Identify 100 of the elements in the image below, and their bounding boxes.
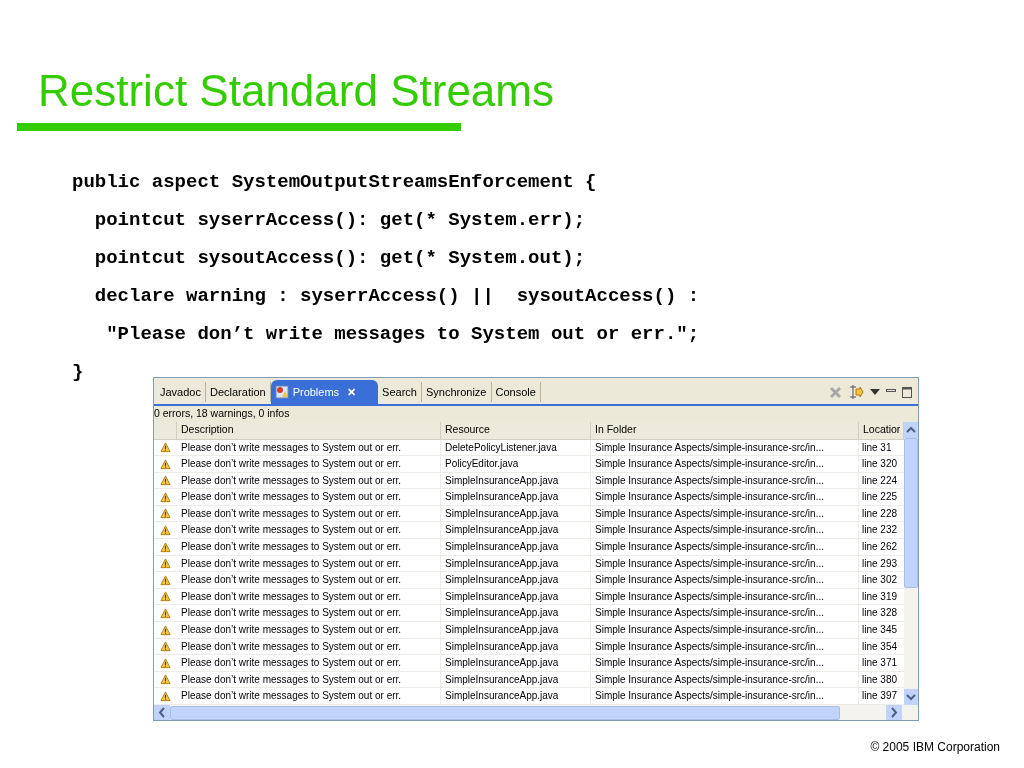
warning-icon <box>160 607 171 619</box>
tab-label: Problems <box>292 384 340 400</box>
folder-cell: Simple Insurance Aspects/simple-insurance-src/in... <box>595 474 824 486</box>
description-cell: Please don’t write messages to System out or err. <box>181 673 402 685</box>
warning-icon <box>160 524 171 536</box>
resource-cell: SimpleInsuranceApp.java <box>445 491 559 503</box>
location-cell: line 224 <box>862 474 898 486</box>
folder-cell: Simple Insurance Aspects/simple-insurance-src/in... <box>595 624 824 636</box>
scroll-left-icon[interactable] <box>154 705 170 720</box>
vertical-scrollbar[interactable] <box>904 422 918 705</box>
maximize-icon[interactable] <box>902 386 912 398</box>
location-cell: line 228 <box>862 507 898 519</box>
location-cell: line 225 <box>862 491 898 503</box>
tab-label: Synchronize <box>425 384 487 400</box>
location-cell: line 320 <box>862 458 898 470</box>
resource-cell: SimpleInsuranceApp.java <box>445 507 559 519</box>
folder-cell: Simple Insurance Aspects/simple-insurance-src/in... <box>595 458 824 470</box>
scroll-thumb[interactable] <box>904 438 918 588</box>
resource-cell: PolicyEditor.java <box>445 458 519 470</box>
resource-cell: SimpleInsuranceApp.java <box>445 607 559 619</box>
view-menu-icon[interactable] <box>870 389 880 395</box>
tab-label: Declaration <box>210 384 266 400</box>
description-cell: Please don’t write messages to System out or err. <box>181 607 402 619</box>
slide-title: Restrict Standard Streams <box>38 66 554 116</box>
resource-cell: SimpleInsuranceApp.java <box>445 590 559 602</box>
view-tab[interactable]: Search <box>378 382 422 402</box>
code-line: "Please don’t write messages to System out or err."; <box>105 322 700 347</box>
resource-cell: SimpleInsuranceApp.java <box>445 541 559 553</box>
folder-cell: Simple Insurance Aspects/simple-insurance-src/in... <box>595 590 824 602</box>
description-cell: Please don’t write messages to System out or err. <box>181 557 402 569</box>
warning-icon <box>160 574 171 586</box>
view-tab[interactable]: Javadoc <box>156 382 206 402</box>
description-cell: Please don’t write messages to System out or err. <box>181 541 402 553</box>
resource-cell: SimpleInsuranceApp.java <box>445 557 559 569</box>
resource-cell: SimpleInsuranceApp.java <box>445 690 559 702</box>
copyright-footer: © 2005 IBM Corporation <box>870 740 1000 754</box>
warning-icon <box>160 508 171 520</box>
tab-label: Search <box>382 384 417 400</box>
view-tab[interactable]: Console <box>491 382 541 402</box>
warning-icon <box>160 442 171 453</box>
scroll-right-icon[interactable] <box>886 705 902 720</box>
warning-icon <box>160 491 171 503</box>
folder-cell: Simple Insurance Aspects/simple-insurance-src/in... <box>595 657 824 669</box>
location-cell: line 232 <box>862 524 898 536</box>
location-cell: line 302 <box>862 574 898 586</box>
description-cell: Please don’t write messages to System out or err. <box>181 458 402 470</box>
description-cell: Please don’t write messages to System out or err. <box>181 441 402 453</box>
resource-cell: SimpleInsuranceApp.java <box>445 657 559 669</box>
folder-cell: Simple Insurance Aspects/simple-insurance-src/in... <box>595 673 824 685</box>
warning-icon <box>160 558 171 570</box>
resource-cell: SimpleInsuranceApp.java <box>445 673 559 685</box>
problems-icon <box>274 385 289 399</box>
view-tab[interactable]: Declaration <box>206 382 271 402</box>
description-cell: Please don’t write messages to System out or err. <box>181 524 402 536</box>
folder-cell: Simple Insurance Aspects/simple-insurance-src/in... <box>595 507 824 519</box>
folder-cell: Simple Insurance Aspects/simple-insurance-src/in... <box>595 690 824 702</box>
location-cell: line 397 <box>862 690 898 702</box>
warning-icon <box>160 458 171 470</box>
location-cell: line 262 <box>862 541 898 553</box>
description-cell: Please don’t write messages to System out or err. <box>181 657 402 669</box>
description-cell: Please don’t write messages to System out or err. <box>181 590 402 602</box>
view-tab[interactable]: Synchronize <box>421 382 492 402</box>
folder-cell: Simple Insurance Aspects/simple-insurance-src/in... <box>595 524 824 536</box>
folder-cell: Simple Insurance Aspects/simple-insurance-src/in... <box>595 541 824 553</box>
location-cell: line 293 <box>862 557 898 569</box>
folder-cell: Simple Insurance Aspects/simple-insurance-src/in... <box>595 574 824 586</box>
location-cell: line 328 <box>862 607 898 619</box>
location-cell: line 371 <box>862 657 898 669</box>
code-line: declare warning : syserrAccess() || sysoutAccess() : <box>93 284 700 309</box>
description-cell: Please don’t write messages to System out or err. <box>181 474 402 486</box>
folder-cell: Simple Insurance Aspects/simple-insurance-src/in... <box>595 557 824 569</box>
description-cell: Please don’t write messages to System out or err. <box>181 574 402 586</box>
filter-icon[interactable] <box>848 384 864 400</box>
location-cell: line 354 <box>862 640 898 652</box>
warning-icon <box>160 541 171 553</box>
problems-summary: 0 errors, 18 warnings, 0 infos <box>154 406 290 422</box>
view-tab[interactable]: Problems ✕ <box>270 380 379 404</box>
resource-cell: SimpleInsuranceApp.java <box>445 474 559 486</box>
warning-icon <box>160 641 171 653</box>
column-header[interactable]: Description <box>177 422 441 439</box>
location-cell: line 319 <box>862 590 898 602</box>
resource-cell: SimpleInsuranceApp.java <box>445 624 559 636</box>
location-cell: line 380 <box>862 673 898 685</box>
tab-label: Console <box>495 384 536 400</box>
code-line: pointcut sysoutAccess(): get(* System.out); <box>93 246 586 271</box>
scroll-up-icon[interactable] <box>904 422 918 438</box>
column-header[interactable]: In Folder <box>591 422 859 439</box>
location-cell: line 345 <box>862 624 898 636</box>
tab-label: Javadoc <box>160 384 201 400</box>
warning-icon <box>160 690 171 702</box>
description-cell: Please don’t write messages to System out or err. <box>181 507 402 519</box>
scroll-down-icon[interactable] <box>904 689 918 705</box>
location-cell: line 31 <box>862 441 892 453</box>
code-line: pointcut syserrAccess(): get(* System.err); <box>93 208 586 233</box>
resource-cell: SimpleInsuranceApp.java <box>445 524 559 536</box>
resource-cell: DeletePolicyListener.java <box>445 441 557 453</box>
description-cell: Please don’t write messages to System out or err. <box>181 491 402 503</box>
close-tab-button[interactable]: ✕ <box>347 383 357 401</box>
column-header[interactable]: Resource <box>441 422 591 439</box>
folder-cell: Simple Insurance Aspects/simple-insurance-src/in... <box>595 640 824 652</box>
